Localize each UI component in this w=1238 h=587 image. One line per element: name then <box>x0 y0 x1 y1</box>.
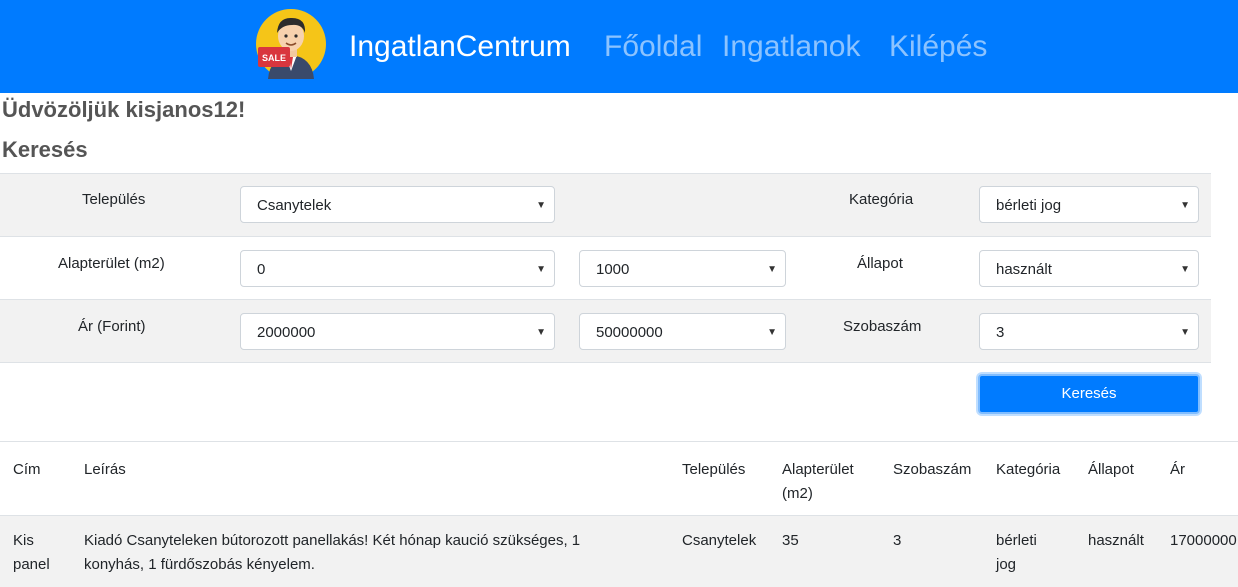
cell-settlement: Csanytelek <box>682 532 757 549</box>
header-category: Kategória <box>996 461 1061 478</box>
search-row-settlement: Település Csanytelek ▼ Kategória bérleti… <box>0 173 1211 237</box>
rooms-label: Szobaszám <box>843 318 922 335</box>
cell-category-line2: jog <box>996 556 1017 573</box>
area-min-select[interactable]: 0 ▼ <box>240 250 555 287</box>
cell-price: 17000000 <box>1170 532 1237 549</box>
price-min-select[interactable]: 2000000 ▼ <box>240 313 555 350</box>
salesman-logo-icon[interactable]: SALE <box>256 9 326 79</box>
nav-link-home[interactable]: Főoldal <box>604 28 702 66</box>
cell-description-line2: konyhás, 1 fürdőszobás kényelem. <box>84 556 315 573</box>
search-row-price: Ár (Forint) 2000000 ▼ 50000000 ▼ Szobasz… <box>0 299 1211 363</box>
nav-link-logout[interactable]: Kilépés <box>889 28 987 66</box>
condition-select-value: használt <box>996 261 1052 278</box>
cell-address-line1: Kis <box>13 532 34 549</box>
area-max-value: 1000 <box>596 261 630 278</box>
chevron-down-icon: ▼ <box>536 327 546 338</box>
chevron-down-icon: ▼ <box>767 264 777 275</box>
chevron-down-icon: ▼ <box>536 264 546 275</box>
cell-area: 35 <box>782 532 799 549</box>
header-address: Cím <box>13 461 41 478</box>
settlement-label: Település <box>82 191 146 208</box>
search-divider <box>0 362 1211 363</box>
chevron-down-icon: ▼ <box>1180 200 1190 211</box>
brand-link[interactable]: IngatlanCentrum <box>349 28 571 66</box>
area-max-select[interactable]: 1000 ▼ <box>579 250 786 287</box>
table-row[interactable]: Kis panel Kiadó Csanyteleken bútorozott … <box>0 515 1238 587</box>
search-title: Keresés <box>2 137 88 162</box>
cell-rooms: 3 <box>893 532 902 549</box>
area-label: Alapterület (m2) <box>58 255 165 272</box>
navbar: SALE IngatlanCentrum Főoldal Ingatlanok … <box>0 0 1238 93</box>
cell-condition: használt <box>1088 532 1144 549</box>
cell-category: bérleti jog <box>996 529 1037 577</box>
header-area-line1: Alapterület <box>782 461 854 478</box>
category-label: Kategória <box>849 191 914 208</box>
header-description: Leírás <box>84 461 126 478</box>
cell-address-line2: panel <box>13 556 50 573</box>
header-area-line2: (m2) <box>782 485 813 502</box>
nav-link-properties[interactable]: Ingatlanok <box>722 28 860 66</box>
header-condition: Állapot <box>1088 461 1134 478</box>
category-select[interactable]: bérleti jog ▼ <box>979 186 1199 223</box>
cell-category-line1: bérleti <box>996 532 1037 549</box>
condition-select[interactable]: használt ▼ <box>979 250 1199 287</box>
category-select-value: bérleti jog <box>996 197 1062 214</box>
results-table-header: Cím Leírás Település Alapterület (m2) Sz… <box>0 441 1238 516</box>
price-max-select[interactable]: 50000000 ▼ <box>579 313 786 350</box>
header-price: Ár <box>1170 461 1185 478</box>
chevron-down-icon: ▼ <box>536 200 546 211</box>
chevron-down-icon: ▼ <box>1180 327 1190 338</box>
settlement-select-value: Csanytelek <box>257 197 332 214</box>
price-max-value: 50000000 <box>596 324 663 341</box>
search-button[interactable]: Keresés <box>978 374 1200 414</box>
cell-description-line1: Kiadó Csanyteleken bútorozott panellakás… <box>84 532 581 549</box>
welcome-heading: Üdvözöljük kisjanos12! <box>2 97 246 122</box>
rooms-select[interactable]: 3 ▼ <box>979 313 1199 350</box>
price-min-value: 2000000 <box>257 324 316 341</box>
area-min-value: 0 <box>257 261 266 278</box>
header-rooms: Szobaszám <box>893 461 972 478</box>
settlement-select[interactable]: Csanytelek ▼ <box>240 186 555 223</box>
price-label: Ár (Forint) <box>78 318 146 335</box>
cell-address: Kis panel <box>13 529 50 577</box>
cell-description: Kiadó Csanyteleken bútorozott panellakás… <box>84 529 580 577</box>
logo-text: SALE <box>262 53 286 63</box>
search-row-area: Alapterület (m2) 0 ▼ 1000 ▼ Állapot hasz… <box>0 236 1211 300</box>
chevron-down-icon: ▼ <box>767 327 777 338</box>
header-area: Alapterület (m2) <box>782 458 854 506</box>
chevron-down-icon: ▼ <box>1180 264 1190 275</box>
rooms-select-value: 3 <box>996 324 1005 341</box>
header-settlement: Település <box>682 461 746 478</box>
condition-label: Állapot <box>857 255 903 272</box>
